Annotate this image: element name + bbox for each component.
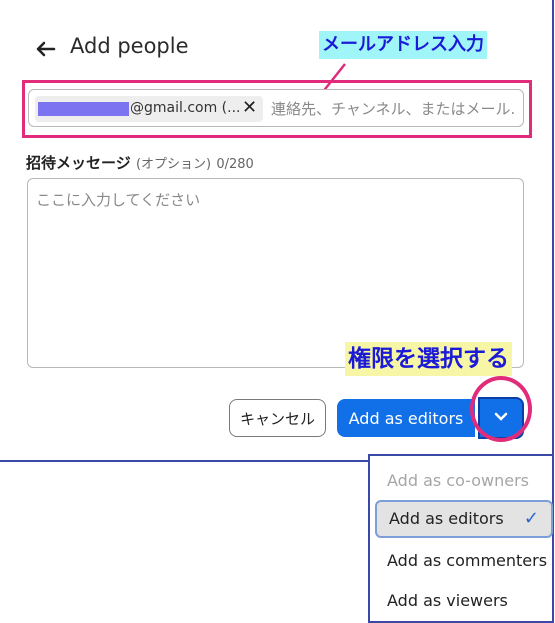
invite-message-textarea[interactable] [27, 178, 524, 368]
permission-callout: 権限を選択する [345, 342, 512, 376]
recipient-search-input[interactable] [269, 96, 518, 122]
recipient-chip-text: @gmail.com (... [130, 100, 241, 116]
add-people-dialog: Add people メールアドレス入力 @gmail.com (... ✕ 招… [0, 0, 554, 462]
message-optional-text: (オプション) [135, 157, 212, 172]
email-input-callout: メールアドレス入力 [319, 31, 487, 59]
recipient-field[interactable]: @gmail.com (... ✕ [28, 89, 524, 127]
add-as-editors-button[interactable]: Add as editors [337, 399, 475, 437]
back-arrow-icon[interactable] [34, 37, 56, 61]
menu-item-viewers[interactable]: Add as viewers [370, 582, 552, 620]
message-label: 招待メッセージ (オプション) 0/280 [26, 152, 254, 173]
menu-item-editors-label: Add as editors [389, 509, 504, 528]
menu-item-commenters[interactable]: Add as commenters [370, 542, 552, 580]
message-label-text: 招待メッセージ [26, 154, 131, 172]
redacted-email-mask [38, 102, 129, 116]
message-char-count: 0/280 [216, 157, 254, 172]
recipient-chip: @gmail.com (... ✕ [35, 96, 263, 122]
menu-item-editors[interactable]: Add as editors ✓ [375, 500, 553, 538]
menu-item-co-owners: Add as co-owners [387, 471, 530, 490]
permission-menu: Add as co-owners Add as editors ✓ Add as… [368, 454, 554, 623]
checkmark-icon: ✓ [523, 508, 539, 529]
dialog-title: Add people [70, 34, 189, 58]
dropdown-highlight-circle [470, 376, 532, 442]
close-icon[interactable]: ✕ [242, 97, 257, 118]
cancel-button[interactable]: キャンセル [229, 399, 326, 437]
